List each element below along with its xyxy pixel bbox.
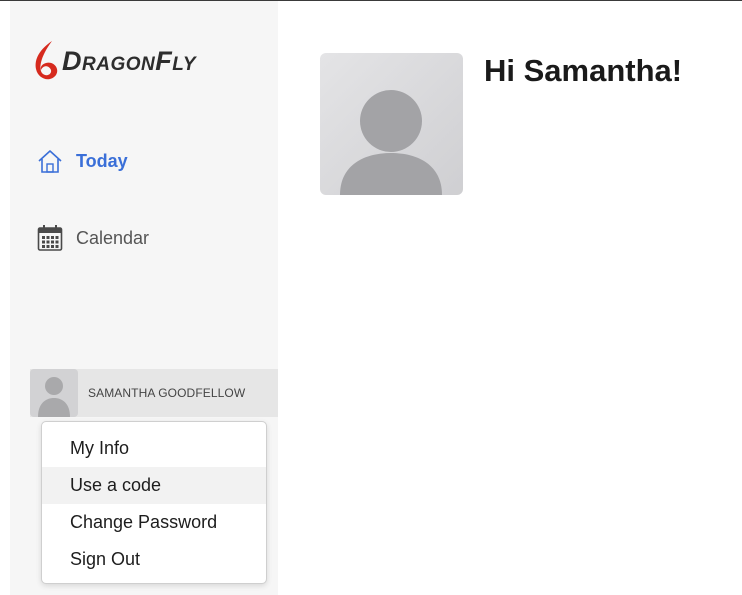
dragonfly-logo-icon xyxy=(35,41,58,80)
menu-item-sign-out[interactable]: Sign Out xyxy=(42,541,266,578)
user-placeholder-icon xyxy=(38,377,70,417)
nav-label-calendar: Calendar xyxy=(76,227,150,248)
nav-label-today: Today xyxy=(76,150,128,171)
calendar-icon xyxy=(37,225,63,251)
user-name: SAMANTHA GOODFELLOW xyxy=(88,386,246,400)
nav-item-today[interactable]: Today xyxy=(36,148,128,174)
profile-avatar xyxy=(320,53,463,195)
brand-name: DragonFly xyxy=(62,45,197,76)
avatar xyxy=(30,369,78,417)
greeting-heading: Hi Samantha! xyxy=(484,53,683,88)
menu-item-my-info[interactable]: My Info xyxy=(42,430,266,467)
user-placeholder-icon xyxy=(340,90,442,195)
menu-item-change-password[interactable]: Change Password xyxy=(42,504,266,541)
menu-item-use-a-code[interactable]: Use a code xyxy=(42,467,266,504)
user-account-toggle[interactable]: SAMANTHA GOODFELLOW xyxy=(30,369,278,417)
user-dropdown-menu: My Info Use a code Change Password Sign … xyxy=(41,421,267,584)
app-window: DragonFly Today Calendar SAMANTHA GOODFE… xyxy=(0,0,742,595)
home-icon xyxy=(38,150,62,173)
sidebar: DragonFly Today Calendar SAMANTHA GOODFE… xyxy=(10,1,278,595)
brand-logo[interactable]: DragonFly xyxy=(32,37,196,85)
nav-item-calendar[interactable]: Calendar xyxy=(36,223,149,253)
